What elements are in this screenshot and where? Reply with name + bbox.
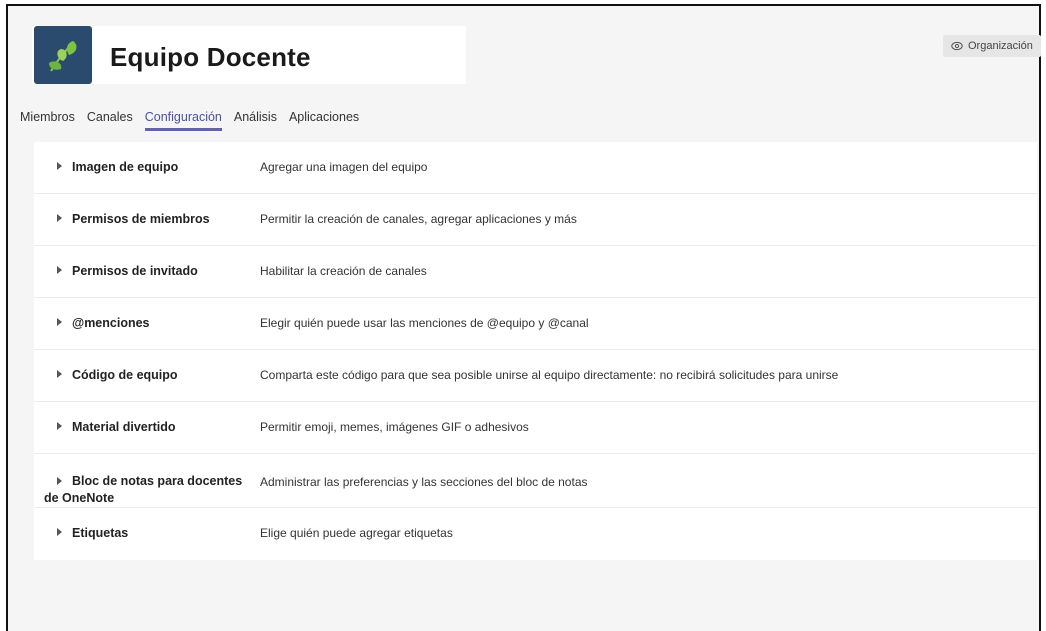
setting-row-onenote-notebook[interactable]: Bloc de notas para docentes de OneNote A… [34,454,1037,508]
chevron-right-icon [57,162,62,170]
tab-aplicaciones[interactable]: Aplicaciones [289,110,359,131]
team-logo [34,26,92,84]
setting-label: Material divertido [72,420,176,434]
chevron-right-icon [57,214,62,222]
setting-row-team-image[interactable]: Imagen de equipo Agregar una imagen del … [34,142,1037,194]
setting-description: Permitir la creación de canales, agregar… [260,212,577,226]
settings-panel: Imagen de equipo Agregar una imagen del … [34,142,1037,560]
team-title: Equipo Docente [110,42,311,72]
setting-description: Comparta este código para que sea posibl… [260,368,839,382]
setting-row-fun-stuff[interactable]: Material divertido Permitir emoji, memes… [34,402,1037,454]
tab-configuracion[interactable]: Configuración [144,110,222,131]
setting-row-tags[interactable]: Etiquetas Elige quién puede agregar etiq… [34,508,1037,560]
chevron-right-icon [57,528,62,536]
setting-description: Agregar una imagen del equipo [260,160,428,174]
organization-button[interactable]: Organización [943,35,1041,57]
setting-row-member-permissions[interactable]: Permisos de miembros Permitir la creació… [34,194,1037,246]
app-frame: Equipo Docente Organización Miembros Can… [6,4,1041,631]
setting-row-mentions[interactable]: @menciones Elegir quién puede usar las m… [34,298,1037,350]
setting-label: Imagen de equipo [72,160,179,174]
tab-bar: Miembros Canales Configuración Análisis … [20,110,371,131]
chevron-right-icon [57,370,62,378]
setting-label: Etiquetas [72,526,129,540]
setting-row-team-code[interactable]: Código de equipo Comparta este código pa… [34,350,1037,402]
chevron-right-icon [57,318,62,326]
setting-label: Permisos de miembros [72,212,210,226]
setting-row-guest-permissions[interactable]: Permisos de invitado Habilitar la creaci… [34,246,1037,298]
tab-canales[interactable]: Canales [87,110,133,131]
setting-description: Elegir quién puede usar las menciones de… [260,316,589,330]
setting-description: Elige quién puede agregar etiquetas [260,526,453,540]
setting-label: Permisos de invitado [72,264,198,278]
organization-button-label: Organización [968,40,1033,52]
tab-miembros[interactable]: Miembros [20,110,75,131]
eye-icon [951,41,963,51]
chevron-right-icon [57,266,62,274]
setting-label: Bloc de notas para docentes de OneNote [44,474,243,505]
setting-description: Permitir emoji, memes, imágenes GIF o ad… [260,420,529,434]
setting-label: Código de equipo [72,368,178,382]
chevron-right-icon [57,422,62,430]
tab-analisis[interactable]: Análisis [234,110,277,131]
setting-description: Administrar las preferencias y las secci… [260,475,588,489]
leaf-icon [49,41,77,72]
setting-label: @menciones [72,316,150,330]
setting-description: Habilitar la creación de canales [260,264,427,278]
